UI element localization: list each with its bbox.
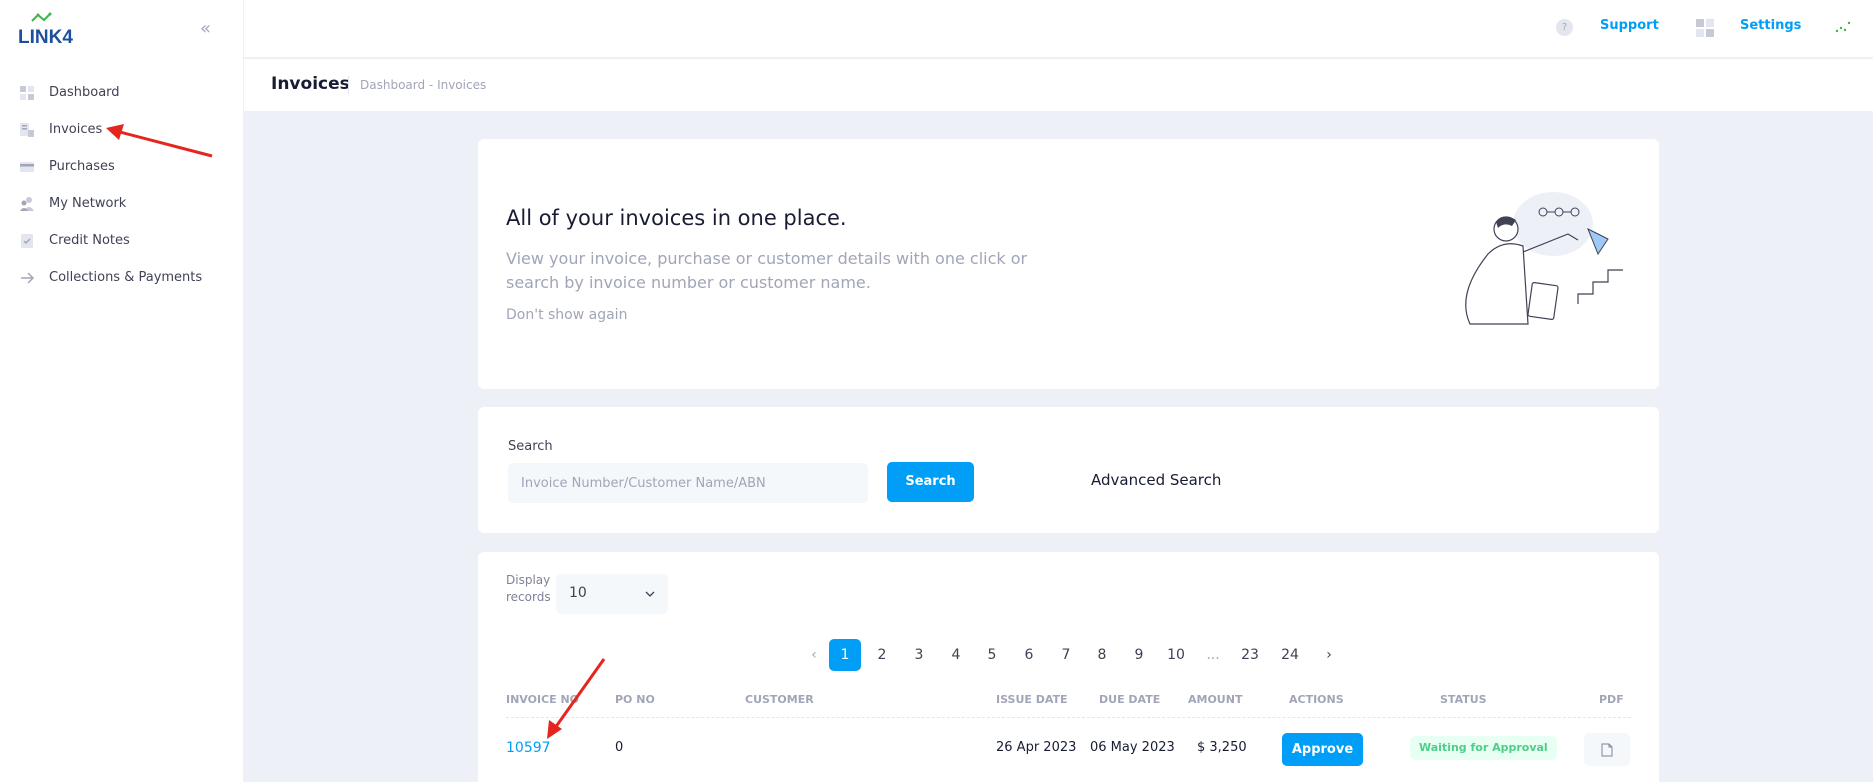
help-icon[interactable]: ? <box>1556 19 1573 36</box>
page-4[interactable]: 4 <box>940 639 972 671</box>
page-2[interactable]: 2 <box>866 639 898 671</box>
display-records-value: 10 <box>569 585 587 601</box>
logo-text: LINK4 <box>18 27 73 48</box>
chevron-down-icon <box>645 591 655 597</box>
page-8[interactable]: 8 <box>1086 639 1118 671</box>
pdf-download-button[interactable] <box>1584 733 1630 766</box>
search-card: Search Search Advanced Search <box>478 407 1659 533</box>
pagination-ellipsis: ... <box>1206 647 1220 663</box>
sidebar-item-my-network[interactable]: My Network <box>0 185 243 222</box>
column-header-po-no[interactable]: PO NO <box>615 693 655 706</box>
sidebar-item-invoices[interactable]: Invoices <box>0 111 243 148</box>
table-row: 10597 0 26 Apr 2023 06 May 2023 $ 3,250 … <box>506 718 1631 780</box>
page-1[interactable]: 1 <box>829 639 861 671</box>
sidebar-item-label: Collections & Payments <box>49 270 203 285</box>
column-header-actions: ACTIONS <box>1289 693 1344 706</box>
pagination-prev[interactable]: ‹ <box>798 639 830 671</box>
column-header-invoice-no[interactable]: INVOICE NO <box>506 693 579 706</box>
column-header-status[interactable]: STATUS <box>1440 693 1487 706</box>
status-badge: Waiting for Approval <box>1410 736 1557 760</box>
search-input[interactable] <box>508 463 868 503</box>
sidebar-item-purchases[interactable]: Purchases <box>0 148 243 185</box>
page-23[interactable]: 23 <box>1234 639 1266 671</box>
sidebar-item-label: Purchases <box>49 159 115 174</box>
sidebar-item-label: Credit Notes <box>49 233 130 248</box>
page-toolbar: Invoices Dashboard - Invoices <box>243 59 1873 111</box>
breadcrumb-divider <box>348 76 349 94</box>
invoice-number-link[interactable]: 10597 <box>506 740 551 756</box>
sidebar-item-collections-payments[interactable]: Collections & Payments <box>0 259 243 296</box>
due-date-cell: 06 May 2023 <box>1090 740 1175 755</box>
issue-date-cell: 26 Apr 2023 <box>996 740 1077 755</box>
sidebar-item-label: Dashboard <box>49 85 120 100</box>
po-number-cell: 0 <box>615 740 624 755</box>
invoices-table-card: Display records 10 ‹ 1 2 3 4 5 6 7 8 9 1… <box>478 552 1659 782</box>
column-header-due-date[interactable]: DUE DATE <box>1099 693 1160 706</box>
display-records-select[interactable]: 10 <box>556 574 668 614</box>
link4-logo[interactable]: LINK4 <box>18 12 88 48</box>
top-header: ? Support Settings <box>243 0 1873 58</box>
page-10[interactable]: 10 <box>1160 639 1192 671</box>
sidebar: LINK4 « Dashboard Invoices Purchases My … <box>0 0 243 782</box>
intro-description: View your invoice, purchase or customer … <box>506 249 1028 292</box>
table-header: INVOICE NO PO NO CUSTOMER ISSUE DATE DUE… <box>506 683 1631 718</box>
column-header-issue-date[interactable]: ISSUE DATE <box>996 693 1068 706</box>
pagination-next[interactable]: › <box>1313 639 1345 671</box>
sidebar-item-credit-notes[interactable]: Credit Notes <box>0 222 243 259</box>
advanced-search-link[interactable]: Advanced Search <box>1091 471 1221 489</box>
amount-cell: $ 3,250 <box>1197 740 1247 755</box>
user-menu-icon[interactable] <box>1835 20 1851 34</box>
page-3[interactable]: 3 <box>903 639 935 671</box>
invoices-icon <box>20 122 34 137</box>
column-header-amount[interactable]: AMOUNT <box>1188 693 1242 706</box>
breadcrumb: Dashboard - Invoices <box>360 78 487 92</box>
file-icon <box>1601 743 1613 757</box>
approve-button[interactable]: Approve <box>1282 733 1363 766</box>
pagination: ‹ 1 2 3 4 5 6 7 8 9 10 ... 23 24 › <box>478 639 1659 671</box>
page-6[interactable]: 6 <box>1013 639 1045 671</box>
page-5[interactable]: 5 <box>976 639 1008 671</box>
search-label: Search <box>508 439 553 454</box>
double-chevron-left-icon[interactable]: « <box>200 18 211 39</box>
page-9[interactable]: 9 <box>1123 639 1155 671</box>
column-header-pdf: PDF <box>1599 693 1624 706</box>
dont-show-again-link[interactable]: Don't show again <box>506 307 627 323</box>
dashboard-icon <box>20 85 34 100</box>
settings-grid-icon[interactable] <box>1696 19 1714 37</box>
sidebar-item-dashboard[interactable]: Dashboard <box>0 74 243 111</box>
intro-card: All of your invoices in one place. View … <box>478 139 1659 389</box>
logo-mark: LINK4 <box>18 12 73 48</box>
sidebar-item-label: Invoices <box>49 122 103 137</box>
page-24[interactable]: 24 <box>1274 639 1306 671</box>
page-7[interactable]: 7 <box>1050 639 1082 671</box>
person-illustration <box>1465 192 1623 325</box>
search-button[interactable]: Search <box>887 462 974 502</box>
sidebar-nav: Dashboard Invoices Purchases My Network <box>0 74 243 296</box>
arrow-right-icon <box>21 271 35 284</box>
column-header-customer[interactable]: CUSTOMER <box>745 693 814 706</box>
network-icon <box>20 196 34 211</box>
intro-title: All of your invoices in one place. <box>506 206 847 230</box>
support-link[interactable]: Support <box>1600 18 1659 33</box>
credit-note-icon <box>21 233 33 248</box>
card-icon <box>20 161 34 172</box>
sidebar-item-label: My Network <box>49 196 127 211</box>
display-records-label: Display records <box>506 573 551 604</box>
page-title: Invoices <box>271 74 350 94</box>
settings-link[interactable]: Settings <box>1740 18 1801 33</box>
